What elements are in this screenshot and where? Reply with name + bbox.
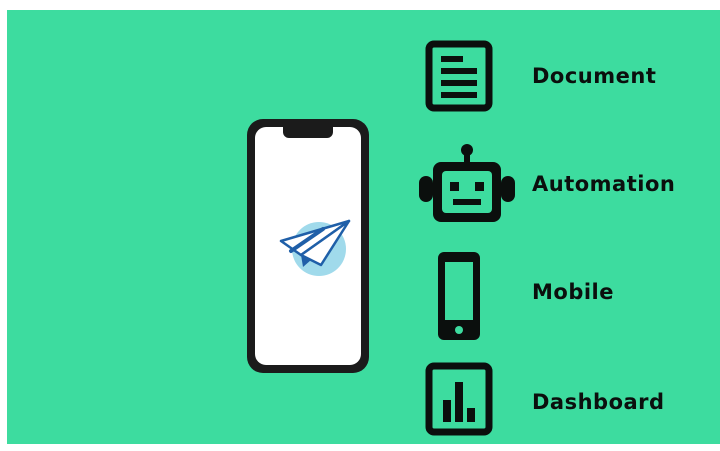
- document-icon: [425, 40, 493, 112]
- feature-automation: Automation: [417, 142, 717, 226]
- smartphone-icon: [438, 252, 480, 340]
- feature-label-automation: Automation: [532, 172, 676, 196]
- feature-label-dashboard: Dashboard: [532, 390, 665, 414]
- phone-mockup: [247, 119, 369, 373]
- feature-label-mobile: Mobile: [532, 280, 614, 304]
- feature-document: Document: [417, 34, 717, 118]
- robot-icon: [419, 144, 515, 222]
- feature-dashboard: Dashboard: [417, 360, 717, 444]
- bar-chart-icon: [425, 362, 493, 436]
- hero-banner: Document Automation Mobile Dashboard: [7, 10, 720, 444]
- feature-label-document: Document: [532, 64, 657, 88]
- feature-mobile: Mobile: [417, 250, 717, 340]
